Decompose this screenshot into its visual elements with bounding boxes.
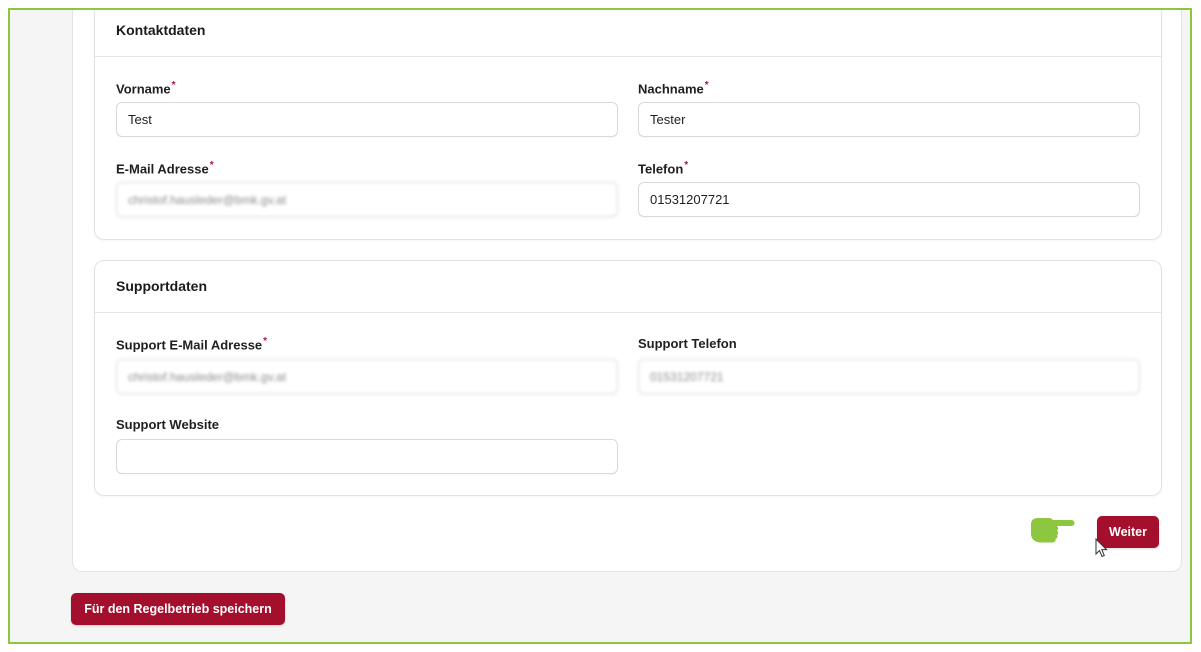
support-phone-label-text: Support Telefon: [638, 336, 737, 351]
contact-section-title: Kontaktdaten: [116, 22, 206, 38]
email-input[interactable]: [116, 182, 618, 217]
support-website-label: Support Website: [116, 417, 219, 432]
phone-input[interactable]: [638, 182, 1140, 217]
phone-label: Telefon*: [638, 160, 688, 176]
support-email-input[interactable]: [116, 359, 618, 394]
email-label-text: E-Mail Adresse: [116, 161, 209, 177]
support-phone-label: Support Telefon: [638, 336, 737, 351]
support-phone-input[interactable]: [638, 359, 1140, 394]
mouse-cursor-icon: [1095, 538, 1108, 558]
first-name-label-text: Vorname: [116, 81, 171, 97]
support-section-header: Supportdaten: [95, 261, 1161, 313]
phone-label-text: Telefon: [638, 161, 684, 177]
support-website-label-text: Support Website: [116, 417, 220, 432]
support-website-input[interactable]: [116, 439, 618, 474]
email-label: E-Mail Adresse*: [116, 160, 214, 176]
support-email-label: Support E-Mail Adresse*: [116, 336, 267, 352]
last-name-label-text: Nachname: [638, 81, 704, 97]
support-email-label-text: Support E-Mail Adresse: [116, 337, 263, 353]
first-name-label: Vorname*: [116, 80, 176, 96]
last-name-label: Nachname*: [638, 80, 709, 96]
contact-section: Kontaktdaten Vorname* Nachname* E-Mail A…: [94, 10, 1162, 240]
required-mark: *: [263, 336, 268, 347]
save-regular-operation-button[interactable]: Für den Regelbetrieb speichern: [71, 593, 285, 625]
pointing-hand-icon: [1031, 518, 1075, 543]
required-mark: *: [209, 160, 214, 171]
required-mark: *: [704, 80, 709, 91]
first-name-input[interactable]: [116, 102, 618, 137]
contact-section-header: Kontaktdaten: [95, 10, 1161, 57]
required-mark: *: [171, 80, 176, 91]
support-section: Supportdaten Support E-Mail Adresse* Sup…: [94, 260, 1162, 496]
support-section-title: Supportdaten: [116, 278, 207, 294]
required-mark: *: [684, 160, 689, 171]
screenshot-frame: Kontaktdaten Vorname* Nachname* E-Mail A…: [8, 8, 1192, 644]
last-name-input[interactable]: [638, 102, 1140, 137]
